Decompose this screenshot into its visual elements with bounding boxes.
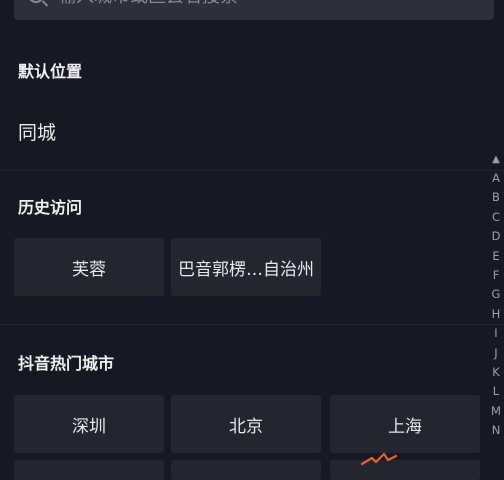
hot-cities-title: 抖音热门城市 xyxy=(18,354,115,373)
hot-city-chip-partial[interactable] xyxy=(14,460,164,480)
hot-city-shenzhen[interactable]: 深圳 xyxy=(14,395,164,453)
index-letter-a[interactable]: A xyxy=(492,169,500,188)
index-letter-l[interactable]: L xyxy=(493,382,499,401)
index-letter-b[interactable]: B xyxy=(492,188,500,207)
index-letter-m[interactable]: M xyxy=(491,402,501,421)
search-bar[interactable]: 输入城市或区县名搜索 xyxy=(14,0,494,20)
index-letter-c[interactable]: C xyxy=(492,208,500,227)
index-up-arrow-icon[interactable]: ▲ xyxy=(492,150,500,169)
index-letter-e[interactable]: E xyxy=(492,247,499,266)
index-letter-i[interactable]: I xyxy=(494,324,497,343)
hot-city-beijing[interactable]: 北京 xyxy=(171,395,321,453)
default-location-city[interactable]: 同城 xyxy=(18,118,56,145)
history-chip-furong[interactable]: 芙蓉 xyxy=(14,238,164,296)
hot-city-shanghai[interactable]: 上海 xyxy=(330,395,480,453)
index-letter-n[interactable]: N xyxy=(492,421,501,440)
index-letter-k[interactable]: K xyxy=(492,363,500,382)
default-location-title: 默认位置 xyxy=(18,62,83,81)
hot-city-chip-partial[interactable] xyxy=(171,460,321,480)
divider xyxy=(0,324,504,325)
divider xyxy=(0,170,504,171)
index-letter-j[interactable]: J xyxy=(494,344,497,363)
index-letter-f[interactable]: F xyxy=(493,266,500,285)
alphabet-index-bar[interactable]: ▲ A B C D E F G H I J K L M N xyxy=(488,150,504,441)
search-icon xyxy=(28,0,44,3)
history-chip-bayinguoleng[interactable]: 巴音郭楞…自治州 xyxy=(171,238,321,296)
index-letter-h[interactable]: H xyxy=(492,305,501,324)
orange-mark-icon xyxy=(360,452,398,466)
history-title: 历史访问 xyxy=(18,198,83,217)
index-letter-g[interactable]: G xyxy=(492,285,501,304)
search-placeholder: 输入城市或区县名搜索 xyxy=(58,0,238,8)
index-letter-d[interactable]: D xyxy=(492,227,501,246)
